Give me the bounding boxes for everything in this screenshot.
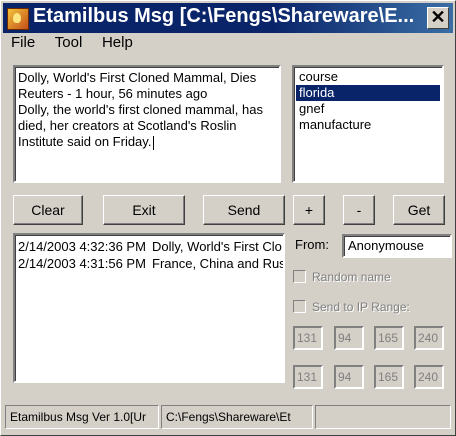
status-version: Etamilbus Msg Ver 1.0[Ur [5,405,159,429]
ip-range-checkbox[interactable]: Send to IP Range: [293,299,410,314]
message-log-list[interactable]: 2/14/2003 4:32:36 PM Dolly, World's First… [13,233,285,383]
checkbox-box[interactable] [293,270,306,284]
topic-item[interactable]: manufacture [296,117,440,133]
ip-end-octet-3[interactable]: 165 [374,365,404,389]
close-icon[interactable]: ✕ [427,7,449,29]
from-input[interactable]: Anonymouse [342,234,452,258]
message-line: Reuters - 1 hour, 56 minutes ago [18,86,208,101]
status-bar: Etamilbus Msg Ver 1.0[Ur C:\Fengs\Sharew… [3,405,453,431]
random-name-checkbox[interactable]: Random name [293,269,391,284]
clear-button[interactable]: Clear [13,195,83,225]
menu-tool[interactable]: Tool [47,34,91,52]
menu-file[interactable]: File [3,34,43,52]
log-text: France, China and Rus [152,256,285,271]
exit-button[interactable]: Exit [103,195,185,225]
menu-help[interactable]: Help [94,34,141,52]
message-line: Institute said on Friday. [18,134,152,149]
app-window: Etamilbus Msg [C:\Fengs\Shareware\E... ✕… [0,0,456,436]
random-name-label: Random name [312,269,391,284]
title-bar[interactable]: Etamilbus Msg [C:\Fengs\Shareware\E... ✕ [3,3,453,33]
log-row[interactable]: 2/14/2003 4:31:56 PM France, China and Ru… [18,255,283,272]
message-line: Dolly, World's First Cloned Mammal, Dies [18,70,257,85]
log-time: 2/14/2003 4:31:56 PM [18,256,146,271]
ip-end-octet-1[interactable]: 131 [293,365,323,389]
ip-start-octet-4[interactable]: 240 [414,326,444,350]
ip-start-octet-1[interactable]: 131 [293,326,323,350]
ip-start-octet-2[interactable]: 94 [334,326,364,350]
get-button[interactable]: Get [393,195,445,225]
ip-start-octet-3[interactable]: 165 [374,326,404,350]
add-topic-button[interactable]: + [293,195,325,225]
checkbox-box[interactable] [293,300,306,314]
remove-topic-button[interactable]: - [343,195,375,225]
topic-item-selected[interactable]: florida [296,85,440,101]
ip-end-octet-2[interactable]: 94 [334,365,364,389]
message-line: died, her creators at Scotland's Roslin [18,118,237,133]
log-time: 2/14/2003 4:32:36 PM [18,239,146,254]
text-caret [153,135,155,150]
app-icon[interactable] [7,8,29,30]
status-extra [315,405,451,429]
message-line: Dolly, the world's first cloned mammal, … [18,102,263,117]
menu-bar: File Tool Help [3,34,453,54]
topic-item[interactable]: course [296,69,440,85]
ip-range-label: Send to IP Range: [312,299,410,314]
status-path: C:\Fengs\Shareware\Et [161,405,313,429]
message-textarea[interactable]: Dolly, World's First Cloned Mammal, Dies… [13,65,281,183]
from-label: From: [295,237,329,252]
ip-end-octet-4[interactable]: 240 [414,365,444,389]
send-button[interactable]: Send [203,195,285,225]
log-row[interactable]: 2/14/2003 4:32:36 PM Dolly, World's First… [18,238,282,255]
log-text: Dolly, World's First Clo [152,239,282,254]
topic-item[interactable]: gnef [296,101,440,117]
window-title: Etamilbus Msg [C:\Fengs\Shareware\E... [33,5,415,27]
topic-list[interactable]: course florida gnef manufacture [292,65,444,183]
